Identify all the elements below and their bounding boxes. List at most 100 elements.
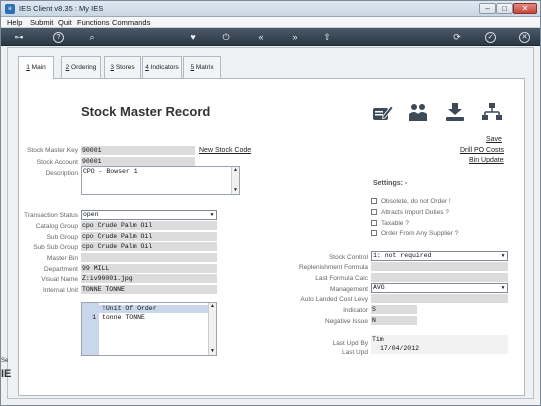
replenishment-formula-field[interactable] bbox=[371, 262, 508, 271]
tab-indicators[interactable]: 4 Indicators bbox=[142, 56, 182, 78]
any-supplier-label: Order From Any Supplier ? bbox=[381, 230, 459, 237]
auto-landed-cost-levy-field[interactable] bbox=[371, 294, 508, 303]
last-formula-calc-label: Last Formula Calc bbox=[315, 275, 368, 282]
tab-ordering-label: Ordering bbox=[69, 64, 97, 71]
ok-icon[interactable]: ✓ bbox=[485, 32, 496, 43]
menu-submit[interactable]: Submit bbox=[30, 18, 53, 27]
edit-document-icon[interactable] bbox=[372, 101, 394, 123]
negative-issue-field[interactable]: N bbox=[371, 316, 417, 325]
indicator-label: Indicator bbox=[343, 307, 368, 314]
internal-unit-field[interactable]: TONNE TONNE bbox=[81, 285, 217, 294]
replenishment-formula-label: Replenishment Formula bbox=[298, 264, 368, 271]
power-icon[interactable]: ⏻ bbox=[220, 31, 232, 43]
taxable-label: Taxable ? bbox=[381, 220, 409, 227]
visual-name-field[interactable]: Z:iv90001.jpg bbox=[81, 274, 217, 283]
tab-stores[interactable]: 3 Stores bbox=[104, 56, 141, 78]
bin-update-link[interactable]: Bin Update bbox=[469, 157, 504, 164]
transaction-status-select[interactable]: open ▼ bbox=[81, 210, 217, 220]
sub-group-label: Sub Group bbox=[46, 234, 78, 241]
management-label: Management bbox=[330, 286, 368, 293]
maximize-button[interactable]: □ bbox=[496, 3, 513, 14]
side-edge-text-1: Se bbox=[1, 358, 9, 364]
chevron-down-icon[interactable]: ▼ bbox=[208, 211, 216, 219]
tab-matrix[interactable]: 5 Matrix bbox=[183, 56, 221, 78]
any-supplier-checkbox[interactable]: Order From Any Supplier ? bbox=[371, 230, 458, 237]
sub-sub-group-field[interactable]: cpo Crude Palm Oil bbox=[81, 242, 217, 251]
indicator-field[interactable]: S bbox=[371, 305, 417, 314]
chevron-down-icon[interactable]: ▼ bbox=[499, 252, 507, 260]
close-toolbar-icon[interactable]: ✕ bbox=[519, 32, 530, 43]
scroll-down-icon[interactable]: ▼ bbox=[209, 348, 216, 355]
sub-group-field[interactable]: cpo Crude Palm Oil bbox=[81, 232, 217, 241]
taxable-checkbox[interactable]: Taxable ? bbox=[371, 220, 409, 227]
master-bin-label: Master Bin bbox=[46, 255, 78, 262]
list-header: !Unit Of Order bbox=[99, 305, 208, 313]
department-field[interactable]: 99 MILL bbox=[81, 264, 217, 273]
download-tray-icon[interactable] bbox=[444, 101, 466, 123]
scroll-up-icon[interactable]: ▲ bbox=[209, 303, 216, 310]
menu-quit[interactable]: Quit bbox=[58, 18, 72, 27]
minimize-button[interactable]: – bbox=[479, 3, 496, 14]
obsolete-checkbox[interactable]: Obsolete, do not Order ! bbox=[371, 198, 451, 205]
stock-master-key-field[interactable]: 90001 bbox=[81, 146, 195, 155]
management-value: AVG bbox=[373, 284, 385, 291]
negative-issue-label: Negative Issue bbox=[325, 318, 368, 325]
catalog-group-field[interactable]: cpo Crude Palm Oil bbox=[81, 221, 217, 230]
upload-icon[interactable]: ⇧ bbox=[321, 31, 333, 43]
hierarchy-icon[interactable] bbox=[481, 101, 503, 123]
menu-functions[interactable]: Functions bbox=[77, 18, 110, 27]
last-formula-calc-field[interactable] bbox=[371, 273, 508, 282]
checkbox-box[interactable] bbox=[371, 209, 377, 215]
settings-heading: Settings: - bbox=[373, 180, 408, 187]
app-logo-icon: e bbox=[5, 4, 15, 14]
favorite-heart-icon[interactable]: ♥ bbox=[187, 31, 199, 43]
save-link[interactable]: Save bbox=[486, 136, 502, 143]
list-scrollbar[interactable]: ▲ ▼ bbox=[208, 303, 216, 355]
close-window-button[interactable]: ✕ bbox=[513, 3, 537, 14]
menu-commands[interactable]: Commands bbox=[112, 18, 150, 27]
tab-main-label: Main bbox=[29, 64, 46, 71]
back-icon[interactable]: « bbox=[255, 31, 267, 43]
stock-control-select[interactable]: 1: not required ▼ bbox=[371, 251, 508, 261]
scroll-down-icon[interactable]: ▼ bbox=[232, 187, 239, 194]
refresh-icon[interactable]: ⟳ bbox=[451, 31, 463, 43]
menu-help[interactable]: Help bbox=[7, 18, 22, 27]
obsolete-label: Obsolete, do not Order ! bbox=[381, 198, 451, 205]
search-icon[interactable]: ⌕ bbox=[86, 31, 98, 43]
users-icon[interactable] bbox=[407, 101, 429, 123]
last-upd-box: Tim 17/04/2012 bbox=[371, 335, 508, 354]
department-label: Department bbox=[44, 266, 78, 273]
new-stock-code-link[interactable]: New Stock Code bbox=[199, 147, 251, 154]
checkbox-box[interactable] bbox=[371, 220, 377, 226]
stock-account-field[interactable]: 90001 bbox=[81, 157, 195, 166]
forward-icon[interactable]: » bbox=[289, 31, 301, 43]
description-scrollbar[interactable]: ▲ ▼ bbox=[231, 167, 239, 194]
page-title: Stock Master Record bbox=[81, 104, 211, 119]
description-label: Description bbox=[45, 170, 78, 177]
list-item-number: 1 bbox=[92, 314, 96, 321]
management-select[interactable]: AVG ▼ bbox=[371, 283, 508, 293]
toolbar: ⊶ ? ⌕ ♥ ⏻ « » ⇧ ⟳ ✓ ✕ bbox=[1, 28, 540, 46]
list-header-text: !Unit Of Order bbox=[102, 305, 157, 312]
chevron-down-icon[interactable]: ▼ bbox=[499, 284, 507, 292]
last-upd-value: 17/04/2012 bbox=[380, 345, 420, 352]
import-duties-checkbox[interactable]: Attracts Import Duties ? bbox=[371, 209, 449, 216]
scroll-up-icon[interactable]: ▲ bbox=[232, 167, 239, 174]
stock-control-value: 1: not required bbox=[373, 252, 432, 259]
list-gutter bbox=[82, 303, 99, 355]
drill-po-costs-link[interactable]: Drill PO Costs bbox=[460, 147, 504, 154]
tab-ordering[interactable]: 2 Ordering bbox=[61, 56, 101, 78]
menu-bar: Help Submit Quit Functions Commands bbox=[1, 17, 540, 28]
checkbox-box[interactable] bbox=[371, 230, 377, 236]
key-icon[interactable]: ⊶ bbox=[11, 31, 27, 43]
last-upd-label: Last Upd bbox=[341, 349, 368, 356]
help-icon[interactable]: ? bbox=[53, 32, 64, 43]
internal-unit-label: Internal Unit bbox=[42, 287, 78, 294]
transaction-status-value: open bbox=[83, 211, 99, 218]
list-item[interactable]: 1 tonne TONNE bbox=[82, 314, 208, 322]
tab-main[interactable]: 1 Main bbox=[18, 56, 54, 79]
description-textarea[interactable]: CPO - Bowser 1 ▲ ▼ bbox=[81, 166, 240, 195]
unit-of-order-list[interactable]: !Unit Of Order 1 tonne TONNE ▲ ▼ bbox=[81, 302, 217, 356]
master-bin-field[interactable] bbox=[81, 253, 217, 262]
checkbox-box[interactable] bbox=[371, 198, 377, 204]
